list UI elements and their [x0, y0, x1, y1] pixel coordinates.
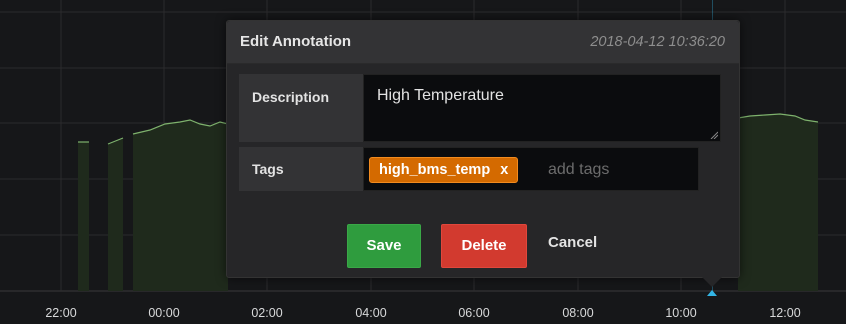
x-tick-label: 10:00 [665, 306, 697, 320]
resize-handle-icon[interactable] [710, 131, 718, 139]
x-tick-label: 08:00 [562, 306, 594, 320]
tag-name: high_bms_temp [379, 162, 491, 178]
x-tick-label: 12:00 [769, 306, 801, 320]
annotation-marker[interactable] [707, 290, 717, 296]
annotation-timestamp: 2018-04-12 10:36:20 [590, 34, 725, 50]
save-button[interactable]: Save [347, 224, 421, 268]
x-tick-label: 04:00 [355, 306, 387, 320]
x-tick-label: 06:00 [458, 306, 490, 320]
dialog-title: Edit Annotation [240, 33, 352, 50]
series-segment-1 [78, 142, 89, 291]
description-value: High Temperature [377, 87, 504, 104]
description-label-text: Description [252, 89, 330, 105]
tags-input[interactable]: high_bms_temp x add tags [363, 147, 699, 191]
x-tick-label: 22:00 [45, 306, 77, 320]
description-textarea[interactable]: High Temperature [363, 74, 721, 142]
cancel-button[interactable]: Cancel [548, 234, 597, 251]
dialog-pointer [701, 276, 723, 287]
series-segment-3 [133, 120, 228, 291]
series-segment-2 [108, 138, 123, 291]
remove-tag-button[interactable]: x [500, 162, 508, 178]
description-label: Description [239, 74, 363, 142]
tags-label-text: Tags [252, 161, 284, 177]
tag-chip: high_bms_temp x [369, 157, 519, 183]
x-tick-label: 02:00 [251, 306, 283, 320]
tags-label: Tags [239, 147, 363, 191]
dialog-header: Edit Annotation 2018-04-12 10:36:20 [227, 21, 739, 64]
x-tick-label: 00:00 [148, 306, 180, 320]
series-segment-4 [738, 114, 818, 291]
delete-button[interactable]: Delete [441, 224, 527, 268]
edit-annotation-dialog: Edit Annotation 2018-04-12 10:36:20 Desc… [226, 20, 740, 278]
add-tags-placeholder[interactable]: add tags [548, 161, 609, 179]
